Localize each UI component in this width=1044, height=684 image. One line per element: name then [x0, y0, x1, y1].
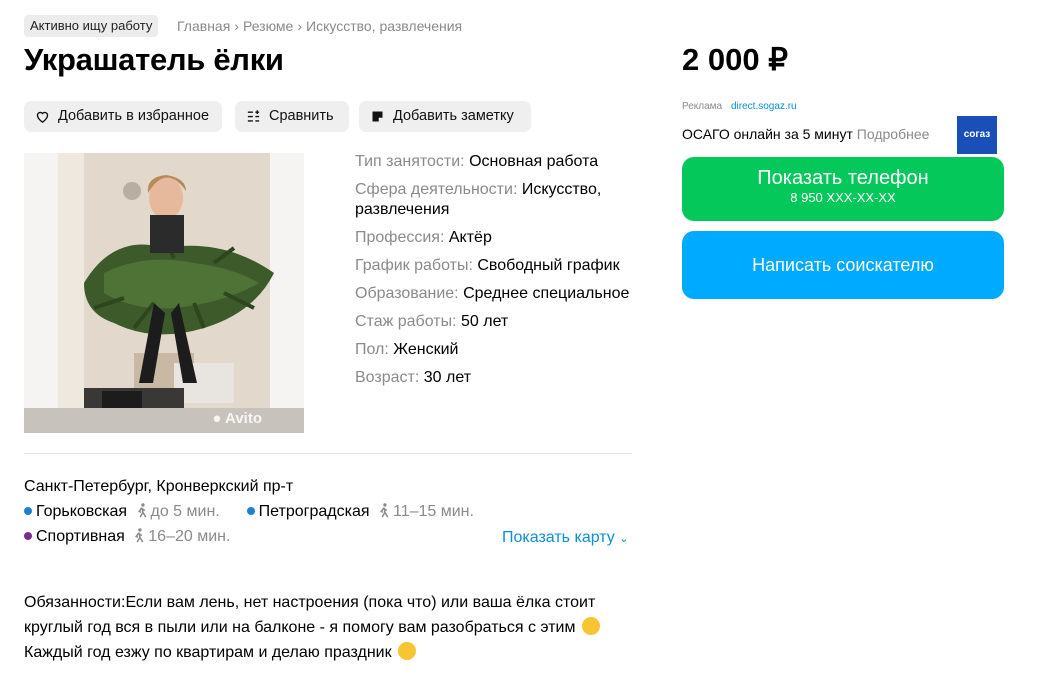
- param-gender: Пол: Женский: [355, 341, 459, 358]
- breadcrumb: Главная › Резюме › Искусство, развлечения: [177, 16, 462, 36]
- breadcrumb-home[interactable]: Главная: [177, 18, 230, 34]
- show-phone-label: Показать телефон: [757, 167, 929, 189]
- page-title: Украшатель ёлки: [24, 42, 284, 77]
- divider: [24, 453, 632, 454]
- metro-station: Горьковская: [36, 503, 128, 520]
- add-to-favorites-label: Добавить в избранное: [58, 108, 210, 124]
- walking-icon: [137, 503, 146, 518]
- resume-photo[interactable]: ● Avito: [24, 153, 304, 433]
- ad-domain-link[interactable]: direct.sogaz.ru: [731, 101, 797, 112]
- param-age: Возраст: 30 лет: [355, 369, 472, 386]
- param-experience: Стаж работы: 50 лет: [355, 313, 509, 330]
- chevron-down-icon: ⌄: [619, 533, 629, 545]
- description-line: круглый год вся в пыли или на балконе - …: [24, 615, 644, 640]
- add-note-button[interactable]: Добавить заметку: [359, 101, 531, 132]
- walk-time: 16–20 мин.: [133, 528, 230, 545]
- sogaz-logo[interactable]: согаз: [957, 116, 997, 154]
- compare-button[interactable]: Сравнить: [235, 101, 349, 132]
- price: 2 000 ₽: [682, 42, 788, 77]
- ad-text[interactable]: ОСАГО онлайн за 5 минут Подробнее: [682, 126, 929, 142]
- metro-line-dot: [24, 532, 32, 540]
- metro-line-dot: [246, 507, 255, 515]
- walking-icon: [380, 503, 389, 518]
- breadcrumb-category[interactable]: Искусство, развлечения: [306, 18, 462, 34]
- compare-label: Сравнить: [269, 108, 334, 124]
- sunglasses-emoji-icon: [398, 642, 417, 660]
- show-phone-button[interactable]: Показать телефон 8 950 XXX-XX-XX: [682, 157, 1004, 221]
- param-education: Образование: Среднее специальное: [355, 285, 630, 302]
- param-employment: Тип занятости: Основная работа: [355, 153, 599, 170]
- photo-illustration: [24, 153, 304, 433]
- walk-time: 11–15 мин.: [378, 503, 474, 520]
- breadcrumb-resume[interactable]: Резюме: [243, 18, 293, 34]
- status-badge: Активно ищу работу: [24, 15, 159, 37]
- description-line: Каждый год езжу по квартирам и делаю пра…: [24, 640, 644, 665]
- ad-label: Реклама: [682, 101, 723, 112]
- param-sphere: Сфера деятельности: Искусство, развлечен…: [355, 181, 602, 218]
- param-profession: Профессия: Актёр: [355, 229, 492, 246]
- metro-station: Спортивная: [36, 528, 125, 545]
- param-schedule: График работы: Свободный график: [355, 257, 620, 274]
- masked-phone: 8 950 XXX-XX-XX: [790, 190, 896, 205]
- write-to-applicant-button[interactable]: Написать соискателю: [682, 231, 1004, 299]
- walking-icon: [135, 528, 144, 543]
- avito-watermark: ● Avito: [212, 410, 262, 427]
- metro-row-1: Горьковская до 5 мин. Петроградская 11–1…: [24, 502, 474, 522]
- ad-more-link[interactable]: Подробнее: [857, 126, 930, 142]
- add-note-label: Добавить заметку: [393, 108, 514, 124]
- params-list: Тип занятости: Основная работа Сфера дея…: [355, 152, 635, 396]
- note-icon: [372, 111, 383, 122]
- wink-emoji-icon: [581, 617, 600, 635]
- description: Обязанности:Если вам лень, нет настроени…: [24, 590, 644, 665]
- add-to-favorites-button[interactable]: Добавить в избранное: [24, 101, 222, 132]
- metro-row-2: Спортивная 16–20 мин.: [24, 527, 230, 547]
- show-map-link[interactable]: Показать карту ⌄: [502, 528, 628, 549]
- metro-station: Петроградская: [258, 503, 370, 520]
- description-line: Обязанности:Если вам лень, нет настроени…: [24, 594, 596, 611]
- address: Санкт-Петербург, Кронверкский пр-т: [24, 478, 294, 495]
- chevron-right-icon: ›: [234, 18, 239, 34]
- heart-icon: [36, 111, 49, 123]
- chevron-right-icon: ›: [297, 18, 303, 34]
- walk-time: до 5 мин.: [136, 503, 220, 520]
- compare-icon: [247, 110, 260, 122]
- metro-line-dot: [24, 507, 32, 515]
